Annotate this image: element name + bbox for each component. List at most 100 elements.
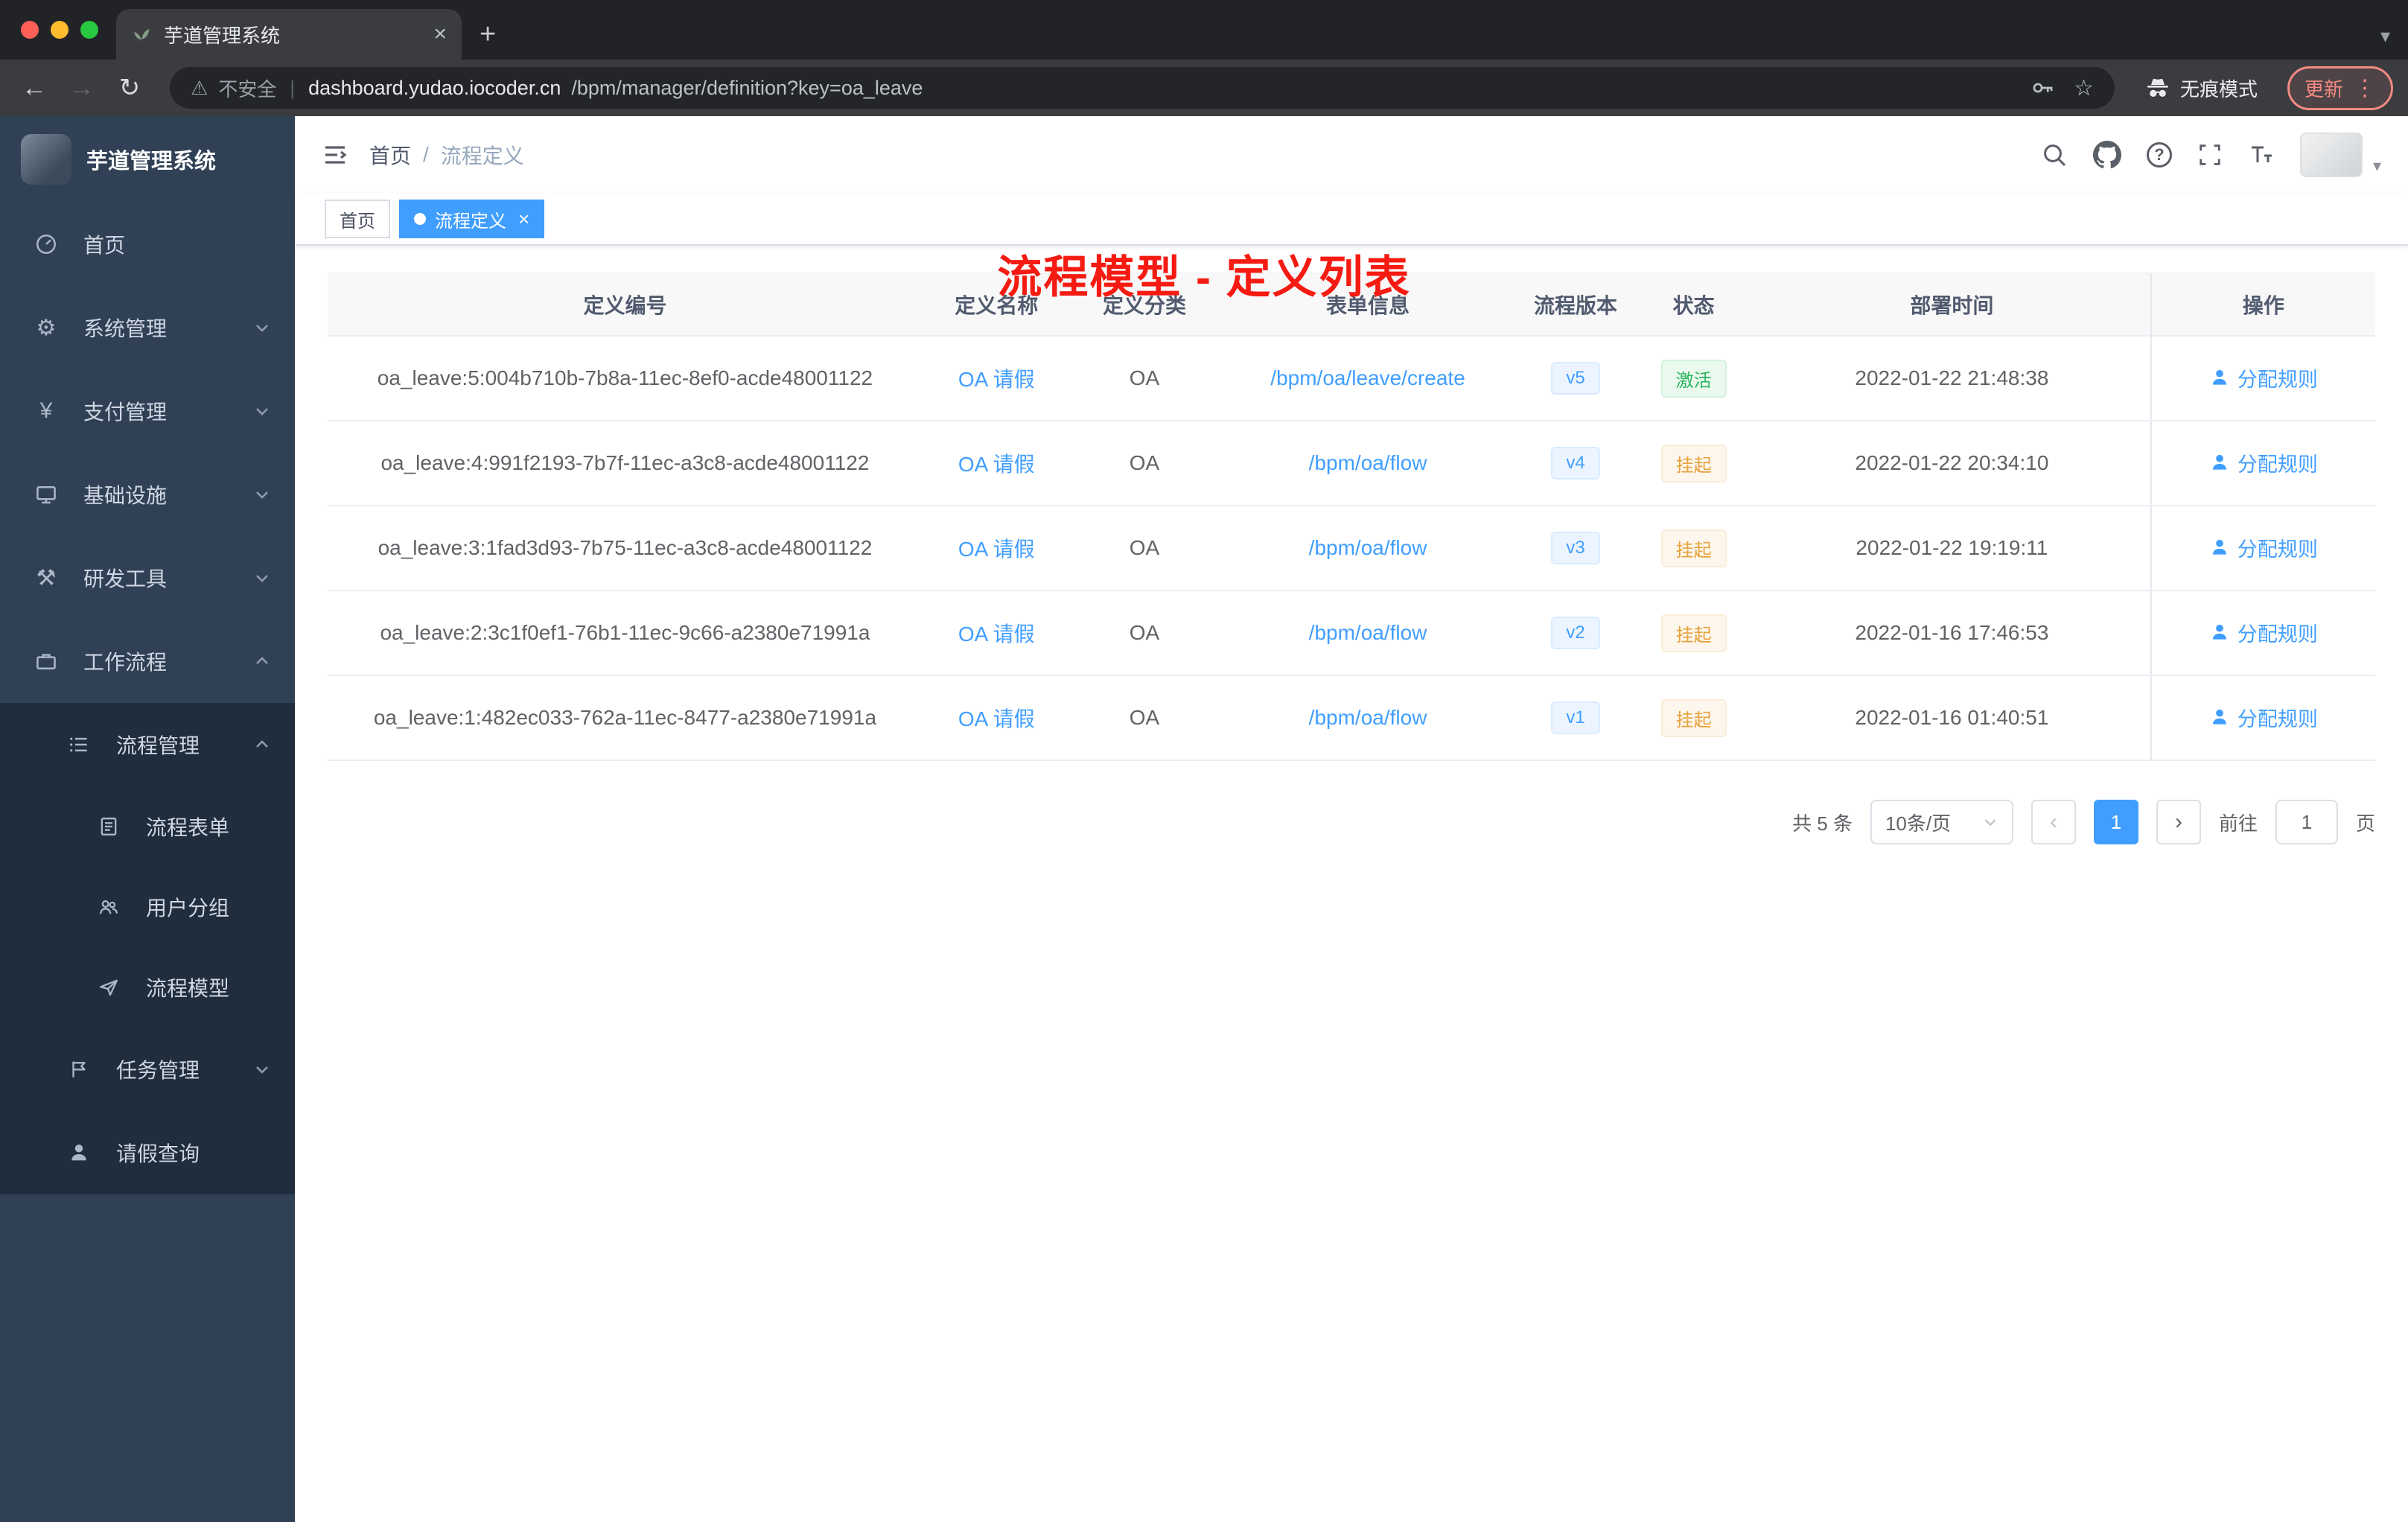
update-chip[interactable]: 更新 ⋮ (2287, 66, 2393, 110)
chevron-down-icon (253, 1060, 271, 1078)
sidebar-item-payment-management[interactable]: ¥ 支付管理 (0, 369, 295, 453)
assign-rule-link[interactable]: 分配规则 (2209, 363, 2318, 392)
font-size-icon[interactable] (2248, 141, 2275, 168)
chevron-down-icon (1982, 814, 1998, 830)
sidebar-item-process-management[interactable]: 流程管理 (0, 703, 295, 786)
avatar-caret-icon: ▾ (2372, 156, 2381, 175)
update-label: 更新 (2304, 77, 2343, 101)
back-button[interactable]: ← (15, 74, 54, 103)
sidebar-item-system-management[interactable]: ⚙ 系统管理 (0, 286, 295, 369)
column-header-id: 定义编号 (328, 273, 923, 337)
sidebar-item-workflow[interactable]: 工作流程 (0, 620, 295, 703)
sidebar-item-user-group[interactable]: 用户分组 (0, 867, 295, 947)
breadcrumb-separator: / (423, 143, 429, 166)
incognito-label: 无痕模式 (2179, 77, 2258, 101)
tools-icon: ⚒ (36, 565, 57, 590)
form-link[interactable]: /bpm/oa/flow (1309, 451, 1427, 474)
page-content: 定义编号 定义名称 定义分类 表单信息 流程版本 状态 部署时间 操作 oa_l (295, 246, 2408, 1522)
search-icon[interactable] (2041, 141, 2068, 168)
definition-name-link[interactable]: OA 请假 (958, 707, 1035, 730)
sidebar-toggle-icon[interactable] (322, 141, 348, 168)
sidebar-item-process-model[interactable]: 流程模型 (0, 947, 295, 1028)
sidebar-item-home[interactable]: 首页 (0, 203, 295, 286)
cell-category: OA (1070, 590, 1219, 676)
minimize-window-button[interactable] (51, 21, 69, 39)
favicon (131, 24, 152, 45)
forward-button[interactable]: → (63, 74, 101, 103)
cell-category: OA (1070, 506, 1219, 591)
help-icon[interactable]: ? (2146, 142, 2172, 168)
tab-close-icon[interactable]: × (433, 22, 447, 47)
goto-page-input[interactable] (2275, 800, 2338, 844)
assign-rule-link[interactable]: 分配规则 (2209, 703, 2318, 732)
browser-tabstrip: 芋道管理系统 × + ▾ (0, 0, 2408, 60)
form-link[interactable]: /bpm/oa/flow (1309, 621, 1427, 644)
goto-unit: 页 (2355, 812, 2375, 835)
bookmark-star-icon[interactable]: ☆ (2074, 75, 2094, 101)
fullscreen-icon[interactable] (2197, 142, 2223, 168)
sidebar-item-label: 支付管理 (83, 401, 168, 424)
sidebar-item-infrastructure[interactable]: 基础设施 (0, 453, 295, 536)
status-badge: 挂起 (1660, 444, 1727, 483)
maximize-window-button[interactable] (80, 21, 98, 39)
user-group-icon (95, 896, 122, 918)
github-icon[interactable] (2092, 141, 2121, 169)
form-link[interactable]: /bpm/oa/flow (1309, 706, 1427, 729)
reload-button[interactable]: ↻ (110, 73, 149, 103)
app-root: 流程模型 - 定义列表 芋道管理系统 首页 ⚙ 系统管理 ¥ 支付管理 基础设施… (0, 116, 2408, 1522)
status-badge: 挂起 (1660, 529, 1727, 567)
tag-close-icon[interactable]: × (518, 208, 529, 231)
goto-label: 前往 (2218, 812, 2258, 835)
form-link[interactable]: /bpm/oa/leave/create (1270, 366, 1465, 389)
assign-rule-label: 分配规则 (2237, 453, 2318, 476)
user-avatar[interactable] (2299, 133, 2363, 177)
cell-category: OA (1070, 421, 1219, 506)
next-page-button[interactable]: › (2156, 800, 2201, 844)
tag-home[interactable]: 首页 (325, 200, 390, 238)
page-1-button[interactable]: 1 (2093, 800, 2138, 844)
cell-category: OA (1070, 336, 1219, 421)
assign-rule-link[interactable]: 分配规则 (2209, 533, 2318, 562)
chevron-down-icon (253, 485, 271, 503)
definition-table: 定义编号 定义名称 定义分类 表单信息 流程版本 状态 部署时间 操作 oa_l (328, 273, 2375, 761)
form-link[interactable]: /bpm/oa/flow (1309, 536, 1427, 559)
definition-name-link[interactable]: OA 请假 (958, 453, 1035, 476)
list-icon (66, 733, 92, 757)
assign-rule-link[interactable]: 分配规则 (2209, 618, 2318, 647)
definition-name-link[interactable]: OA 请假 (958, 368, 1035, 391)
assign-rule-label: 分配规则 (2237, 368, 2318, 391)
browser-menu-icon[interactable]: ⋮ (2354, 75, 2376, 101)
breadcrumb-home[interactable]: 首页 (369, 140, 411, 170)
address-bar[interactable]: ⚠ 不安全 | dashboard.yudao.iocoder.cn/bpm/m… (170, 67, 2115, 109)
tab-search-chevron-icon[interactable]: ▾ (2380, 25, 2390, 48)
tag-process-definition[interactable]: 流程定义 × (399, 200, 545, 238)
version-badge: v1 (1551, 701, 1600, 734)
version-badge: v3 (1551, 532, 1600, 564)
assign-rule-link[interactable]: 分配规则 (2209, 448, 2318, 477)
definition-name-link[interactable]: OA 请假 (958, 538, 1035, 561)
url-host: dashboard.yudao.iocoder.cn (308, 76, 561, 99)
chevron-up-icon (253, 652, 271, 670)
page-size-select[interactable]: 10条/页 (1870, 800, 2013, 844)
prev-page-button[interactable]: ‹ (2030, 800, 2076, 844)
app-logo[interactable]: 芋道管理系统 (0, 116, 295, 203)
chevron-up-icon (253, 736, 271, 754)
cell-definition-id: oa_leave:3:1fad3d93-7b75-11ec-a3c8-acde4… (328, 506, 923, 591)
key-icon[interactable] (2030, 75, 2056, 101)
browser-tab[interactable]: 芋道管理系统 × (116, 9, 462, 60)
warning-icon: ⚠ (191, 76, 208, 99)
annotation-overlay: 流程模型 - 定义列表 (997, 252, 1411, 302)
definition-name-link[interactable]: OA 请假 (958, 623, 1035, 646)
table-row: oa_leave:2:3c1f0ef1-76b1-11ec-9c66-a2380… (328, 590, 2375, 676)
sidebar-item-leave-query[interactable]: 请假查询 (0, 1111, 295, 1194)
sidebar-item-task-management[interactable]: 任务管理 (0, 1028, 295, 1111)
sidebar-item-process-form[interactable]: 流程表单 (0, 786, 295, 867)
sidebar-item-dev-tools[interactable]: ⚒ 研发工具 (0, 536, 295, 620)
sidebar: 芋道管理系统 首页 ⚙ 系统管理 ¥ 支付管理 基础设施 ⚒ 研发工具 工作流程… (0, 116, 295, 1522)
cell-category: OA (1070, 675, 1219, 761)
cell-definition-id: oa_leave:1:482ec033-762a-11ec-8477-a2380… (328, 675, 923, 761)
chevron-down-icon (253, 402, 271, 420)
close-window-button[interactable] (21, 21, 39, 39)
security-label: 不安全 (218, 77, 277, 101)
new-tab-button[interactable]: + (480, 19, 496, 51)
